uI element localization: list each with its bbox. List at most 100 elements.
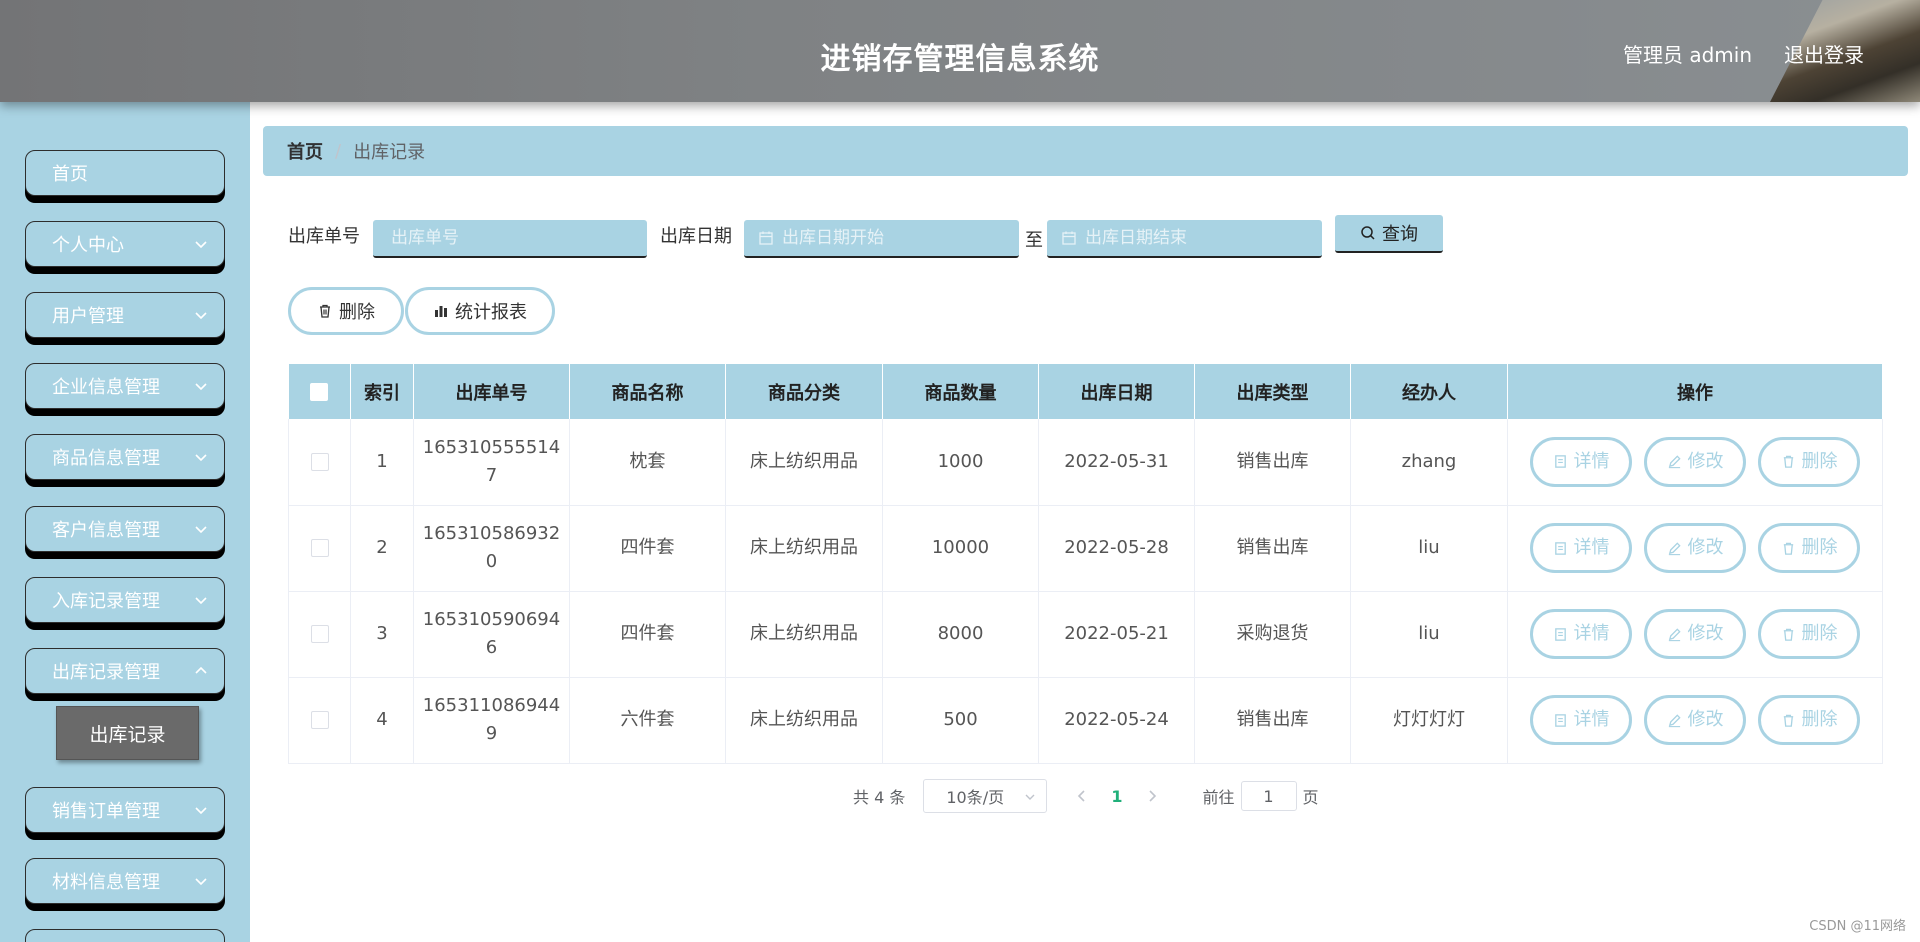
row-checkbox[interactable] [311, 625, 329, 643]
sidebar-item-sales-order-management[interactable]: 销售订单管理 [25, 787, 225, 833]
operations-cell: 详情 修改 删除 [1508, 419, 1883, 505]
date-end-input[interactable] [1085, 228, 1315, 248]
trash-icon [1781, 713, 1796, 728]
order-no-part: 165310555514 [423, 437, 560, 458]
row-select-cell[interactable] [289, 591, 351, 677]
order-no-part: 165311086944 [423, 695, 560, 716]
type-cell: 采购退货 [1195, 591, 1351, 677]
row-delete-button[interactable]: 删除 [1758, 695, 1860, 745]
sidebar-item-user-management[interactable]: 用户管理 [25, 292, 225, 338]
table-header-row: 索引 出库单号 商品名称 商品分类 商品数量 出库日期 出库类型 经办人 操作 [289, 364, 1883, 419]
statistics-report-button[interactable]: 统计报表 [405, 287, 555, 335]
page-size-select[interactable]: 10条/页 [923, 779, 1047, 813]
order-no-input[interactable] [373, 220, 647, 258]
detail-button[interactable]: 详情 [1530, 523, 1632, 573]
sidebar-item-personal-center[interactable]: 个人中心 [25, 221, 225, 267]
column-header: 出库单号 [414, 364, 570, 419]
index-cell: 3 [351, 591, 414, 677]
operations-cell: 详情 修改 删除 [1508, 677, 1883, 763]
logout-link[interactable]: 退出登录 [1784, 39, 1864, 68]
chevron-down-icon [1024, 791, 1036, 803]
detail-button[interactable]: 详情 [1530, 437, 1632, 487]
operations-cell: 详情 修改 删除 [1508, 505, 1883, 591]
product-name-cell: 六件套 [570, 677, 726, 763]
select-all-cell[interactable] [289, 364, 351, 419]
order-no-cell: 1653105906946 [414, 591, 570, 677]
date-start-input[interactable] [782, 228, 1012, 248]
row-checkbox[interactable] [311, 711, 329, 729]
sidebar-item-customer-management[interactable]: 客户信息管理 [25, 506, 225, 552]
row-select-cell[interactable] [289, 505, 351, 591]
quantity-cell: 1000 [883, 419, 1039, 505]
column-header: 经办人 [1351, 364, 1508, 419]
quantity-cell: 500 [883, 677, 1039, 763]
sidebar-item-label: 客户信息管理 [52, 516, 160, 542]
column-header: 出库日期 [1039, 364, 1195, 419]
row-delete-button[interactable]: 删除 [1758, 609, 1860, 659]
bulk-delete-button[interactable]: 删除 [288, 287, 404, 335]
edit-button[interactable]: 修改 [1644, 695, 1746, 745]
sidebar-subitem-outbound-records[interactable]: 出库记录 [56, 706, 199, 760]
next-page-icon[interactable] [1145, 789, 1159, 803]
row-select-cell[interactable] [289, 677, 351, 763]
search-icon [1360, 225, 1376, 241]
query-button-label: 查询 [1382, 220, 1418, 246]
detail-label: 详情 [1574, 706, 1610, 734]
sidebar-item-more[interactable] [25, 929, 225, 942]
row-select-cell[interactable] [289, 419, 351, 505]
product-name-cell: 四件套 [570, 505, 726, 591]
sidebar-item-material-management[interactable]: 材料信息管理 [25, 858, 225, 904]
chevron-down-icon [194, 874, 208, 888]
date-end-picker[interactable] [1047, 220, 1322, 258]
bulk-delete-label: 删除 [339, 298, 375, 324]
sidebar-item-home[interactable]: 首页 [25, 150, 225, 196]
product-name-cell: 枕套 [570, 419, 726, 505]
row-delete-button[interactable]: 删除 [1758, 523, 1860, 573]
calendar-icon [758, 230, 774, 246]
breadcrumb-current: 出库记录 [353, 138, 425, 164]
sidebar-item-label: 首页 [52, 160, 88, 186]
table-row: 3 1653105906946 四件套 床上纺织用品 8000 2022-05-… [289, 591, 1883, 677]
edit-button[interactable]: 修改 [1644, 437, 1746, 487]
edit-icon [1667, 713, 1682, 728]
prev-page-icon[interactable] [1075, 789, 1089, 803]
detail-button[interactable]: 详情 [1530, 609, 1632, 659]
sidebar-item-label: 个人中心 [52, 231, 124, 257]
sidebar-item-outbound-management[interactable]: 出库记录管理 [25, 648, 225, 694]
column-header: 商品名称 [570, 364, 726, 419]
date-cell: 2022-05-28 [1039, 505, 1195, 591]
row-delete-button[interactable]: 删除 [1758, 437, 1860, 487]
sidebar-item-label: 用户管理 [52, 302, 124, 328]
chevron-down-icon [194, 379, 208, 393]
order-no-cell: 1653105555147 [414, 419, 570, 505]
goto-page-input[interactable] [1241, 781, 1297, 811]
row-checkbox[interactable] [311, 453, 329, 471]
sidebar-item-label: 销售订单管理 [52, 797, 160, 823]
detail-button[interactable]: 详情 [1530, 695, 1632, 745]
order-no-part: 9 [486, 723, 497, 744]
edit-label: 修改 [1688, 620, 1724, 648]
sidebar-item-inbound-management[interactable]: 入库记录管理 [25, 577, 225, 623]
select-all-checkbox[interactable] [310, 383, 328, 401]
sidebar-item-product-management[interactable]: 商品信息管理 [25, 434, 225, 480]
category-cell: 床上纺织用品 [726, 591, 883, 677]
sidebar-item-company-management[interactable]: 企业信息管理 [25, 363, 225, 409]
page-number-current[interactable]: 1 [1111, 787, 1122, 806]
sidebar-item-label: 商品信息管理 [52, 444, 160, 470]
edit-button[interactable]: 修改 [1644, 523, 1746, 573]
watermark: CSDN @11网络 [1809, 915, 1906, 934]
date-start-picker[interactable] [744, 220, 1019, 258]
detail-label: 详情 [1574, 448, 1610, 476]
type-cell: 销售出库 [1195, 677, 1351, 763]
sidebar: 首页 个人中心 用户管理 企业信息管理 商品信息管理 客户信息管理 入库记录管理… [0, 102, 250, 942]
outbound-records-table: 索引 出库单号 商品名称 商品分类 商品数量 出库日期 出库类型 经办人 操作 … [288, 364, 1883, 764]
chevron-down-icon [194, 308, 208, 322]
date-range-separator: 至 [1025, 226, 1043, 252]
trash-icon [317, 303, 333, 319]
row-delete-label: 删除 [1802, 534, 1838, 562]
row-checkbox[interactable] [311, 539, 329, 557]
edit-button[interactable]: 修改 [1644, 609, 1746, 659]
breadcrumb-home[interactable]: 首页 [287, 138, 323, 164]
row-delete-label: 删除 [1802, 620, 1838, 648]
query-button[interactable]: 查询 [1335, 215, 1443, 253]
